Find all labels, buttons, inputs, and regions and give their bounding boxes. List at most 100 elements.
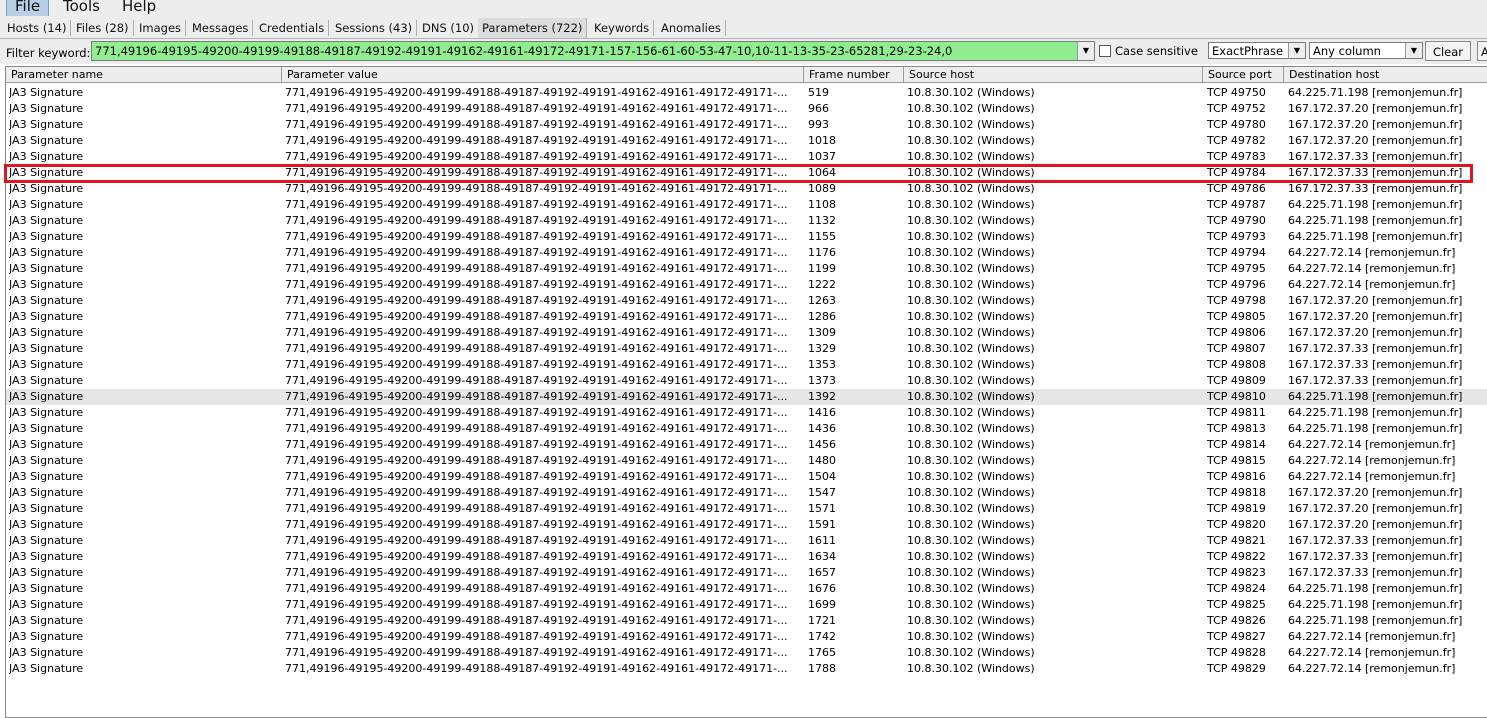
match-mode-select[interactable]: ExactPhrase ▼ (1208, 42, 1306, 59)
table-row[interactable]: JA3 Signature 771,49196-49195-49200-49199… (6, 245, 1487, 261)
table-row[interactable]: JA3 Signature 771,49196-49195-49200-49199… (6, 293, 1487, 309)
cell-parameter-name: JA3 Signature (9, 150, 84, 163)
table-row[interactable]: JA3 Signature 771,49196-49195-49200-49199… (6, 213, 1487, 229)
cell-destination-host: 167.172.37.20 [remonjemun.fr] (1288, 134, 1463, 147)
cell-parameter-name: JA3 Signature (9, 470, 84, 483)
cell-source-host: 10.8.30.102 (Windows) (907, 646, 1035, 659)
cell-destination-host: 167.172.37.20 [remonjemun.fr] (1288, 518, 1463, 531)
case-sensitive-checkbox[interactable] (1099, 45, 1111, 57)
cell-source-host: 10.8.30.102 (Windows) (907, 214, 1035, 227)
cell-source-port: TCP 49807 (1207, 342, 1266, 355)
table-row[interactable]: JA3 Signature 771,49196-49195-49200-49199… (6, 453, 1487, 469)
table-row[interactable]: JA3 Signature 771,49196-49195-49200-49199… (6, 165, 1487, 181)
cell-source-host: 10.8.30.102 (Windows) (907, 358, 1035, 371)
table-row[interactable]: JA3 Signature 771,49196-49195-49200-49199… (6, 261, 1487, 277)
table-row[interactable]: JA3 Signature 771,49196-49195-49200-49199… (6, 149, 1487, 165)
apply-button[interactable]: A (1477, 41, 1487, 61)
cell-frame-number: 1309 (808, 326, 836, 339)
tab-sessions[interactable]: Sessions (43) (331, 20, 418, 36)
tab-messages[interactable]: Messages (188, 20, 254, 36)
table-row[interactable]: JA3 Signature 771,49196-49195-49200-49199… (6, 357, 1487, 373)
clear-button[interactable]: Clear (1425, 41, 1471, 61)
cell-frame-number: 1018 (808, 134, 836, 147)
tab-dns[interactable]: DNS (10) (418, 20, 480, 36)
table-row[interactable]: JA3 Signature 771,49196-49195-49200-49199… (6, 533, 1487, 549)
table-row[interactable]: JA3 Signature 771,49196-49195-49200-49199… (6, 181, 1487, 197)
table-row[interactable]: JA3 Signature 771,49196-49195-49200-49199… (6, 341, 1487, 357)
table-row[interactable]: JA3 Signature 771,49196-49195-49200-49199… (6, 469, 1487, 485)
tab-files[interactable]: Files (28) (72, 20, 134, 36)
cell-destination-host: 64.225.71.198 [remonjemun.fr] (1288, 422, 1463, 435)
cell-destination-host: 64.225.71.198 [remonjemun.fr] (1288, 198, 1463, 211)
table-row[interactable]: JA3 Signature 771,49196-49195-49200-49199… (6, 309, 1487, 325)
cell-source-host: 10.8.30.102 (Windows) (907, 486, 1035, 499)
cell-parameter-name: JA3 Signature (9, 294, 84, 307)
cell-destination-host: 64.225.71.198 [remonjemun.fr] (1288, 582, 1463, 595)
table-row[interactable]: JA3 Signature 771,49196-49195-49200-49199… (6, 501, 1487, 517)
tab-credentials[interactable]: Credentials (255, 20, 330, 36)
table-row[interactable]: JA3 Signature 771,49196-49195-49200-49199… (6, 197, 1487, 213)
chevron-down-icon[interactable]: ▼ (1288, 43, 1305, 58)
column-header-source-host[interactable]: Source host (904, 67, 1203, 82)
match-mode-value: ExactPhrase (1212, 44, 1284, 58)
table-row[interactable]: JA3 Signature 771,49196-49195-49200-49199… (6, 389, 1487, 405)
tab-keywords[interactable]: Keywords (590, 20, 655, 36)
cell-source-host: 10.8.30.102 (Windows) (907, 662, 1035, 675)
cell-source-port: TCP 49824 (1207, 582, 1266, 595)
table-row[interactable]: JA3 Signature 771,49196-49195-49200-49199… (6, 517, 1487, 533)
table-row[interactable]: JA3 Signature 771,49196-49195-49200-49199… (6, 485, 1487, 501)
table-row[interactable]: JA3 Signature 771,49196-49195-49200-49199… (6, 133, 1487, 149)
table-row[interactable]: JA3 Signature 771,49196-49195-49200-49199… (6, 405, 1487, 421)
cell-parameter-name: JA3 Signature (9, 614, 84, 627)
cell-frame-number: 1571 (808, 502, 836, 515)
column-header-parameter-value[interactable]: Parameter value (282, 67, 804, 82)
cell-destination-host: 167.172.37.33 [remonjemun.fr] (1288, 182, 1463, 195)
cell-parameter-name: JA3 Signature (9, 310, 84, 323)
table-row[interactable]: JA3 Signature 771,49196-49195-49200-49199… (6, 325, 1487, 341)
table-row[interactable]: JA3 Signature 771,49196-49195-49200-49199… (6, 645, 1487, 661)
filter-keyword-input[interactable]: 771,49196-49195-49200-49199-49188-49187-… (92, 42, 1079, 60)
cell-parameter-name: JA3 Signature (9, 646, 84, 659)
table-row[interactable]: JA3 Signature 771,49196-49195-49200-49199… (6, 613, 1487, 629)
table-row[interactable]: JA3 Signature 771,49196-49195-49200-49199… (6, 373, 1487, 389)
table-row[interactable]: JA3 Signature 771,49196-49195-49200-49199… (6, 629, 1487, 645)
table-row[interactable]: JA3 Signature 771,49196-49195-49200-49199… (6, 437, 1487, 453)
cell-parameter-value: 771,49196-49195-49200-49199-49188-49187-… (285, 310, 788, 323)
cell-parameter-value: 771,49196-49195-49200-49199-49188-49187-… (285, 614, 788, 627)
chevron-down-icon[interactable]: ▼ (1077, 42, 1094, 60)
cell-frame-number: 1676 (808, 582, 836, 595)
cell-parameter-value: 771,49196-49195-49200-49199-49188-49187-… (285, 662, 788, 675)
column-header-source-port[interactable]: Source port (1203, 67, 1284, 82)
tab-parameters[interactable]: Parameters (722) (478, 18, 588, 38)
cell-parameter-name: JA3 Signature (9, 182, 84, 195)
cell-source-port: TCP 49794 (1207, 246, 1266, 259)
cell-frame-number: 1089 (808, 182, 836, 195)
column-header-frame-number[interactable]: Frame number (804, 67, 904, 82)
table-row[interactable]: JA3 Signature 771,49196-49195-49200-49199… (6, 117, 1487, 133)
cell-parameter-name: JA3 Signature (9, 358, 84, 371)
tab-anomalies[interactable]: Anomalies (657, 20, 726, 36)
tab-images[interactable]: Images (135, 20, 187, 36)
filter-keyword-combobox[interactable]: 771,49196-49195-49200-49199-49188-49187-… (91, 41, 1095, 61)
cell-destination-host: 64.227.72.14 [remonjemun.fr] (1288, 630, 1456, 643)
table-row[interactable]: JA3 Signature 771,49196-49195-49200-49199… (6, 661, 1487, 677)
column-header-parameter-name[interactable]: Parameter name (6, 67, 282, 82)
table-row[interactable]: JA3 Signature 771,49196-49195-49200-49199… (6, 85, 1487, 101)
menu-file[interactable]: File (6, 0, 50, 16)
table-row[interactable]: JA3 Signature 771,49196-49195-49200-49199… (6, 581, 1487, 597)
table-row[interactable]: JA3 Signature 771,49196-49195-49200-49199… (6, 565, 1487, 581)
table-row[interactable]: JA3 Signature 771,49196-49195-49200-49199… (6, 421, 1487, 437)
menu-help[interactable]: Help (114, 0, 164, 16)
table-row[interactable]: JA3 Signature 771,49196-49195-49200-49199… (6, 597, 1487, 613)
table-row[interactable]: JA3 Signature 771,49196-49195-49200-49199… (6, 549, 1487, 565)
tab-hosts[interactable]: Hosts (14) (3, 20, 72, 36)
table-row[interactable]: JA3 Signature 771,49196-49195-49200-49199… (6, 277, 1487, 293)
table-row[interactable]: JA3 Signature 771,49196-49195-49200-49199… (6, 229, 1487, 245)
chevron-down-icon[interactable]: ▼ (1405, 43, 1422, 58)
cell-parameter-value: 771,49196-49195-49200-49199-49188-49187-… (285, 246, 788, 259)
table-row[interactable]: JA3 Signature 771,49196-49195-49200-49199… (6, 101, 1487, 117)
cell-source-port: TCP 49822 (1207, 550, 1266, 563)
column-header-destination-host[interactable]: Destination host (1284, 67, 1487, 82)
menu-tools[interactable]: Tools (55, 0, 108, 16)
column-scope-select[interactable]: Any column ▼ (1309, 42, 1423, 59)
